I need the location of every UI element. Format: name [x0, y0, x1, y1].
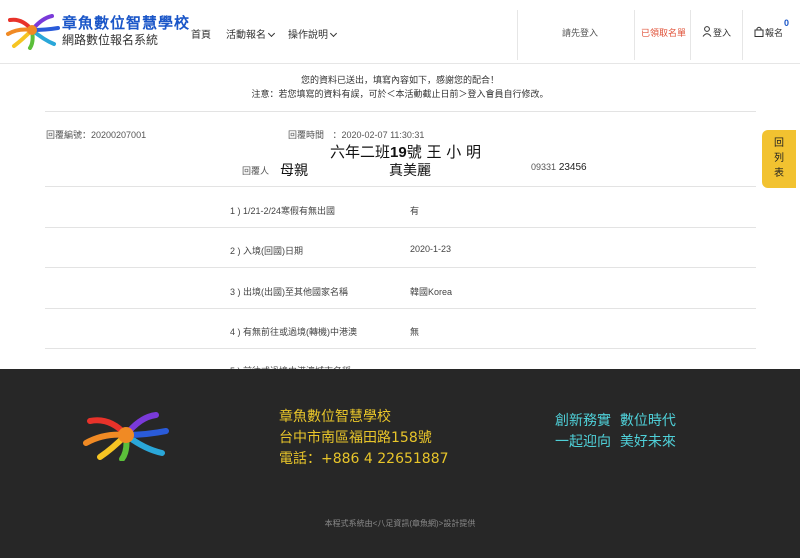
reply-time: 回覆時間 ：2020-02-07 11:30:31: [288, 128, 424, 141]
footer-contact: 章魚數位智慧學校 台中市南區福田路158號 電話：+886 4 22651887: [279, 407, 449, 470]
answer-3: 韓國Korea: [410, 287, 453, 297]
question-4: 4 ) 有無前往或過境(轉機)中港澳: [230, 327, 357, 337]
divider: [45, 186, 756, 187]
reply-number-value: 20200207001: [91, 130, 147, 140]
divider: [45, 227, 756, 228]
student-name-text: 號 王 小 明: [406, 143, 482, 161]
phone-prefix: 09331: [531, 162, 557, 172]
footer-phone: 電話：+886 4 22651887: [279, 451, 449, 467]
login-button[interactable]: 登入: [702, 26, 731, 39]
chevron-down-icon: [329, 29, 338, 38]
edit-hint-message: 注意：若您填寫的資料有誤，可於＜本活動截止日前＞登入會員自行修改。: [251, 89, 549, 99]
register-cart-button[interactable]: 報名: [754, 26, 783, 39]
question-2: 2 ) 入境(回國)日期: [230, 246, 303, 256]
respondent-name: 真美麗: [389, 163, 431, 179]
search-login-hint[interactable]: 請先登入: [530, 26, 630, 39]
submit-success-message: 您的資料已送出，填寫內容如下，感謝您的配合！: [300, 75, 499, 85]
divider: [742, 10, 743, 60]
student-class: 六年二班: [330, 143, 391, 161]
respondent-label: 回覆人: [242, 166, 270, 176]
reply-number: 回覆編號：20200207001: [46, 128, 146, 141]
reply-time-value: ：2020-02-07 11:30:31: [332, 130, 425, 140]
phone-suffix: 23456: [558, 162, 587, 173]
cart-count-badge: 0: [784, 18, 790, 28]
user-icon: [702, 26, 712, 37]
answer-2: 2020-1-23: [410, 244, 452, 254]
collected-list-link[interactable]: 已領取名單: [641, 26, 686, 39]
reply-time-label: 回覆時間: [288, 130, 325, 140]
student-name: 六年二班19號 王 小 明: [330, 141, 481, 162]
shopping-bag-icon: [754, 26, 764, 37]
nav-home-label: 首頁: [191, 30, 211, 41]
reply-number-label: 回覆編號：: [46, 130, 92, 140]
divider: [517, 10, 518, 60]
nav-instructions[interactable]: 操作說明: [288, 26, 338, 41]
reply-list-tab-char-1: 回: [774, 138, 784, 149]
footer-school-name: 章魚數位智慧學校: [279, 409, 391, 425]
nav-activity-label: 活動報名: [226, 30, 266, 41]
question-3: 3 ) 出境(出國)至其他國家名稱: [230, 287, 348, 297]
student-seat-number: 19: [390, 144, 407, 161]
site-header: 章魚數位智慧學校 網路數位報名系統 首頁 活動報名 操作說明 請先登入 已領取名…: [0, 0, 800, 64]
brand[interactable]: 章魚數位智慧學校 網路數位報名系統: [62, 14, 190, 47]
divider: [634, 10, 635, 60]
nav-activity-signup[interactable]: 活動報名: [226, 26, 276, 41]
divider: [45, 111, 756, 112]
brand-subtitle: 網路數位報名系統: [62, 33, 159, 47]
answer-4: 無: [410, 327, 420, 337]
register-label: 報名: [765, 28, 784, 38]
footer-slogan-line2: 一起迎向 美好未來: [555, 434, 676, 450]
footer-slogan: 創新務實 數位時代 一起迎向 美好未來: [555, 411, 676, 453]
footer-credit: 本程式系統由<八足資訊(章魚網)>設計提供: [324, 519, 476, 528]
respondent-relation: 母親: [280, 163, 308, 179]
login-label: 登入: [713, 28, 732, 38]
divider: [45, 348, 756, 349]
reply-list-tab[interactable]: 回 列 表: [762, 130, 796, 188]
divider: [690, 10, 691, 60]
nav-home[interactable]: 首頁: [191, 26, 211, 41]
footer-address: 台中市南區福田路158號: [279, 430, 432, 446]
octopus-logo-icon: [83, 412, 169, 461]
reply-list-tab-char-3: 表: [774, 168, 784, 179]
octopus-logo-icon[interactable]: [4, 10, 60, 50]
divider: [45, 308, 756, 309]
respondent-phone: 09331 23456: [531, 162, 587, 173]
site-footer: 章魚數位智慧學校 台中市南區福田路158號 電話：+886 4 22651887…: [0, 369, 800, 558]
brand-title: 章魚數位智慧學校: [62, 14, 191, 32]
nav-instructions-label: 操作說明: [288, 30, 328, 41]
question-1: 1 ) 1/21-2/24寒假有無出國: [230, 206, 336, 216]
chevron-down-icon: [267, 29, 276, 38]
footer-slogan-line1: 創新務實 數位時代: [555, 413, 676, 429]
answer-1: 有: [410, 206, 420, 216]
reply-list-tab-char-2: 列: [774, 153, 784, 164]
divider: [45, 267, 756, 268]
